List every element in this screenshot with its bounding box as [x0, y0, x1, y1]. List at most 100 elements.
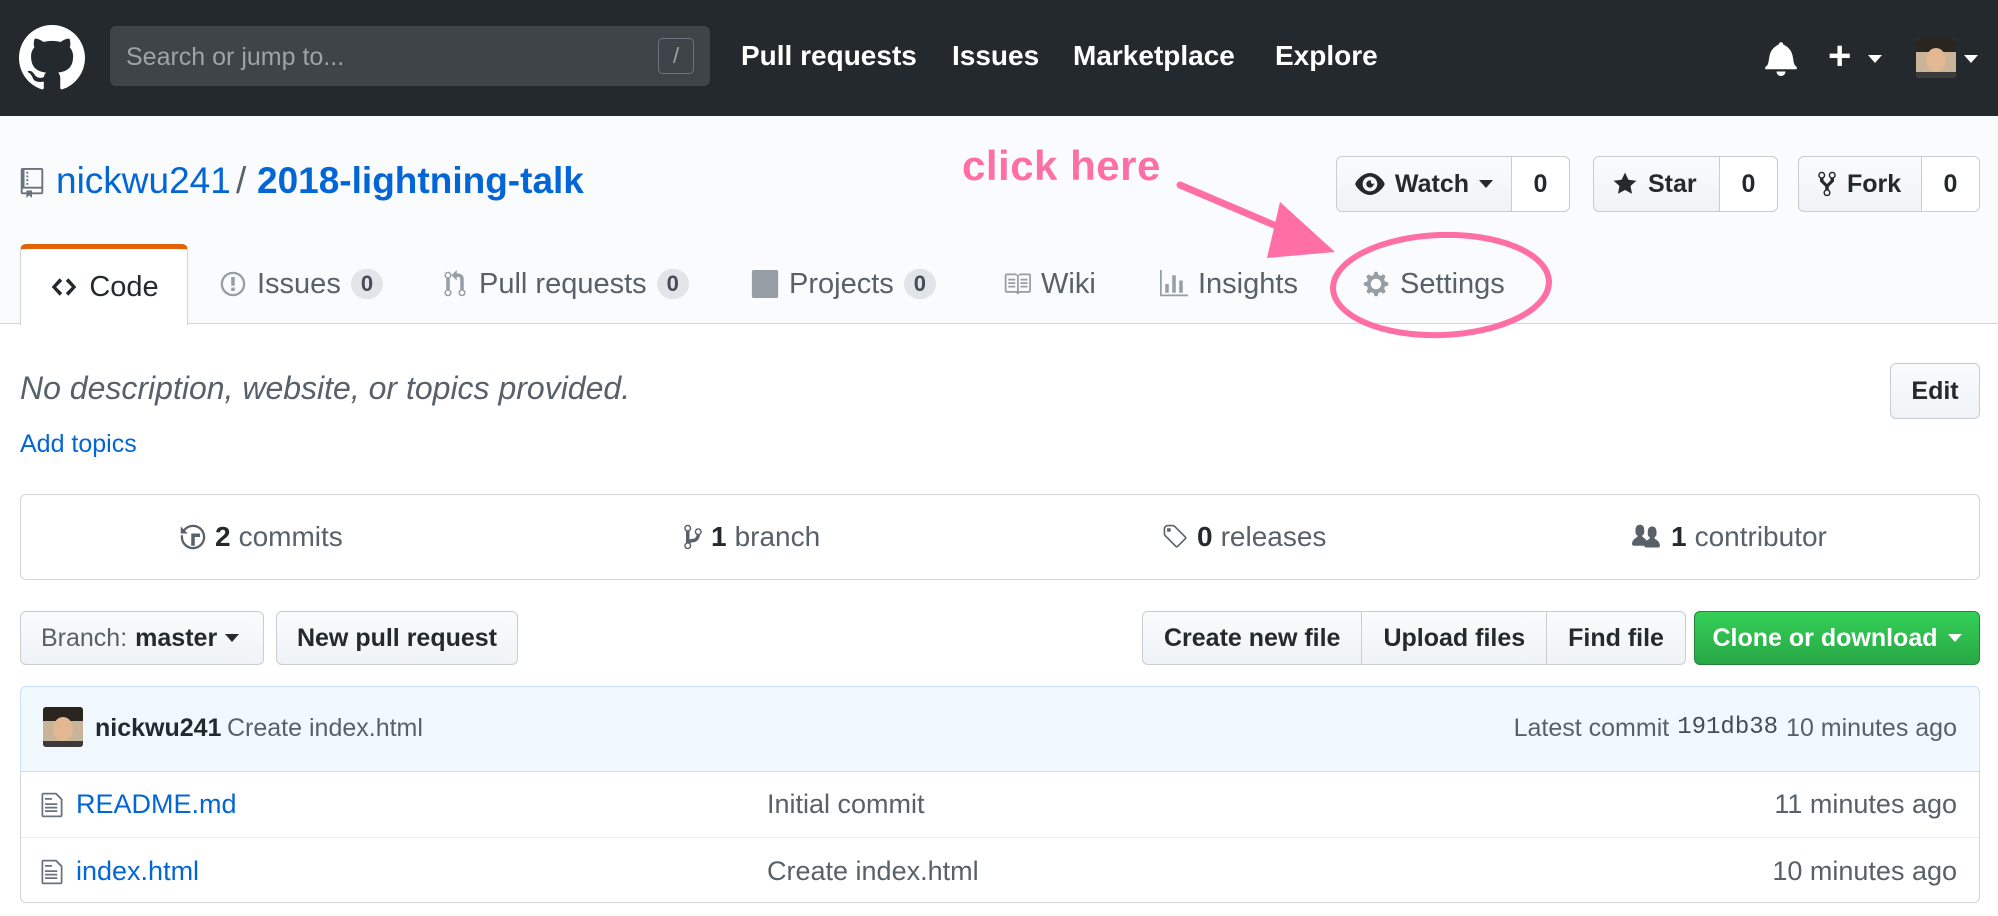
annotation-text: click here [962, 142, 1161, 189]
tab-wiki[interactable]: Wiki [1003, 244, 1096, 324]
file-icon [41, 792, 63, 818]
pull-request-icon [444, 270, 466, 297]
branch-summary[interactable]: 1 branch [683, 521, 820, 553]
branch-count: 1 [711, 521, 727, 552]
github-logo-icon[interactable] [19, 25, 85, 91]
commit-meta: Latest commit 191db38 10 minutes ago [1514, 714, 1957, 743]
fork-label: Fork [1847, 169, 1902, 198]
watch-button-group: Watch 0 [1336, 156, 1570, 212]
fork-button[interactable]: Fork [1798, 156, 1922, 212]
tab-settings-label: Settings [1400, 267, 1505, 300]
book-icon [1004, 273, 1031, 295]
create-new-caret-icon[interactable] [1868, 55, 1882, 63]
tab-pull-requests-label: Pull requests [479, 267, 647, 300]
clone-caret-icon [1947, 634, 1962, 642]
find-file-button[interactable]: Find file [1546, 611, 1686, 665]
releases-summary[interactable]: 0 releases [1161, 521, 1326, 553]
branch-select-button[interactable]: Branch: master [20, 611, 264, 665]
nav-explore[interactable]: Explore [1275, 40, 1378, 72]
tab-pull-requests[interactable]: Pull requests 0 [441, 244, 689, 324]
star-icon [1613, 172, 1637, 194]
edit-description-button[interactable]: Edit [1890, 363, 1980, 419]
watch-caret-icon [1479, 180, 1493, 188]
nav-marketplace[interactable]: Marketplace [1073, 40, 1235, 72]
fork-count[interactable]: 0 [1922, 156, 1980, 212]
tab-code-label: Code [89, 270, 159, 303]
branch-label: branch [734, 521, 821, 552]
file-actions-group: Create new file Upload files Find file [1142, 611, 1686, 665]
people-icon [1632, 524, 1660, 548]
repo-tabs: Code Issues 0 Pull requests 0 Projects 0… [0, 244, 1998, 326]
watch-button[interactable]: Watch [1336, 156, 1512, 212]
clone-or-download-button[interactable]: Clone or download [1694, 611, 1980, 665]
fork-icon [1818, 171, 1836, 197]
global-header: Search or jump to... / Pull requests Iss… [0, 0, 1998, 116]
watch-count[interactable]: 0 [1512, 156, 1570, 212]
commits-summary[interactable]: 2 commits [179, 521, 343, 553]
star-count[interactable]: 0 [1720, 156, 1778, 212]
file-name-link[interactable]: README.md [76, 789, 237, 820]
create-new-file-button[interactable]: Create new file [1142, 611, 1363, 665]
file-row: index.html Create index.html 10 minutes … [21, 837, 1979, 903]
tab-insights-label: Insights [1198, 267, 1298, 300]
commit-author-link[interactable]: nickwu241 [95, 714, 221, 743]
search-placeholder: Search or jump to... [126, 43, 345, 71]
tab-projects-counter: 0 [903, 269, 937, 299]
branch-caret-icon [225, 634, 240, 642]
nav-pull-requests[interactable]: Pull requests [741, 40, 917, 72]
tab-issues[interactable]: Issues 0 [219, 244, 384, 324]
new-pull-request-button[interactable]: New pull request [276, 611, 518, 665]
project-icon [751, 270, 779, 298]
commits-label: commits [238, 521, 343, 552]
tab-settings[interactable]: Settings [1362, 244, 1505, 324]
eye-icon [1355, 173, 1385, 195]
add-topics-link[interactable]: Add topics [20, 430, 137, 459]
file-age: 11 minutes ago [1774, 789, 1957, 819]
contributor-label: contributor [1694, 521, 1827, 552]
bell-icon[interactable] [1765, 40, 1797, 76]
file-icon [41, 859, 63, 885]
commit-avatar-image [43, 707, 83, 747]
tab-pull-requests-counter: 0 [656, 269, 689, 299]
file-name-link[interactable]: index.html [76, 856, 199, 887]
fork-button-group: Fork 0 [1798, 156, 1980, 212]
create-new-icon[interactable]: + [1828, 36, 1851, 76]
commit-message-link[interactable]: Create index.html [227, 714, 423, 743]
contributor-summary[interactable]: 1 contributor [1629, 521, 1827, 553]
tab-issues-label: Issues [257, 267, 341, 300]
gear-icon [1363, 271, 1389, 297]
upload-files-button[interactable]: Upload files [1361, 611, 1548, 665]
repo-owner-link[interactable]: nickwu241 [56, 160, 231, 202]
releases-label: releases [1220, 521, 1327, 552]
graph-icon [1160, 270, 1188, 297]
branch-name: master [135, 623, 218, 652]
latest-commit-prefix: Latest commit [1513, 714, 1670, 742]
issue-icon [220, 271, 246, 297]
branch-icon [684, 524, 702, 550]
commit-age: 10 minutes ago [1786, 714, 1957, 742]
tab-projects[interactable]: Projects 0 [751, 244, 937, 324]
repo-summary: 2 commits 1 branch 0 releases 1 contribu… [20, 494, 1980, 580]
tag-icon [1163, 524, 1187, 548]
latest-commit-bar: nickwu241 Create index.html Latest commi… [20, 686, 1980, 772]
repo-name-link[interactable]: 2018-lightning-talk [257, 160, 584, 202]
nav-issues[interactable]: Issues [952, 40, 1039, 72]
user-menu-caret-icon[interactable] [1964, 55, 1978, 63]
file-list: README.md Initial commit 11 minutes ago … [20, 771, 1980, 903]
user-avatar[interactable] [1916, 38, 1956, 78]
file-commit-message[interactable]: Create index.html [767, 856, 979, 887]
star-button-group: Star 0 [1593, 156, 1778, 212]
commit-author-avatar[interactable] [43, 707, 83, 747]
avatar-image [1916, 38, 1956, 78]
tab-wiki-label: Wiki [1041, 267, 1096, 300]
star-label: Star [1648, 169, 1697, 198]
file-commit-message[interactable]: Initial commit [767, 789, 925, 820]
search-input[interactable]: Search or jump to... / [110, 26, 710, 86]
star-button[interactable]: Star [1593, 156, 1720, 212]
commit-sha-link[interactable]: 191db38 [1677, 714, 1778, 743]
file-row: README.md Initial commit 11 minutes ago [21, 771, 1979, 837]
tab-code[interactable]: Code [20, 244, 188, 326]
code-icon [52, 278, 77, 296]
tab-insights[interactable]: Insights [1160, 244, 1298, 324]
tab-issues-counter: 0 [350, 269, 384, 299]
